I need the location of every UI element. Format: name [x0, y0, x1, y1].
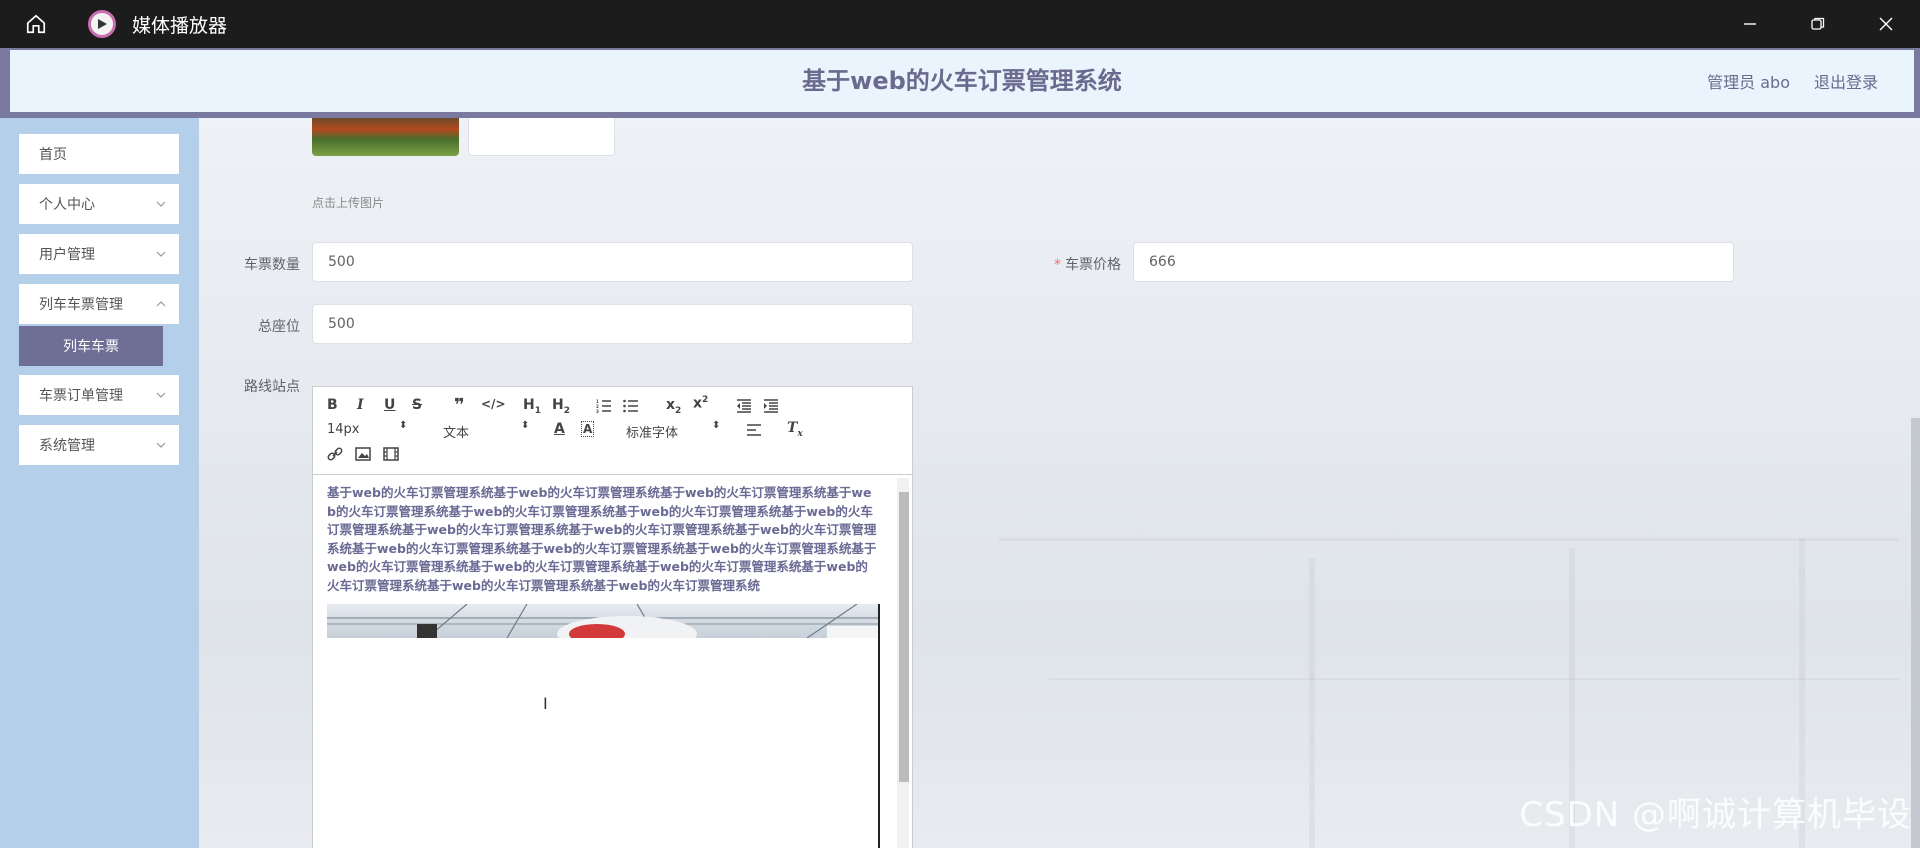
- bullet-list-icon[interactable]: [623, 399, 639, 413]
- font-size-value: 14px: [327, 422, 360, 437]
- sidebar-item-label: 列车车票管理: [39, 297, 123, 313]
- code-block-button[interactable]: </>: [481, 397, 506, 411]
- page-scrollbar[interactable]: [1911, 118, 1920, 848]
- font-size-select[interactable]: 14px ⬍: [327, 420, 407, 437]
- sidebar-item-label: 用户管理: [39, 247, 95, 263]
- chevron-down-icon: [156, 392, 166, 398]
- main-content: 点击上传图片 车票数量 500 * 车票价格 666 总座位 500 路线站点 B…: [199, 118, 1920, 848]
- watermark-text: CSDN @啊诚计算机毕设: [1519, 795, 1912, 835]
- restore-button[interactable]: [1784, 0, 1852, 48]
- italic-button[interactable]: I: [357, 397, 364, 413]
- restore-icon: [1811, 17, 1825, 30]
- image-icon[interactable]: [355, 447, 371, 461]
- superscript-button[interactable]: x2: [693, 395, 708, 412]
- media-player-logo-icon: [88, 10, 116, 38]
- background-decoration: [1049, 678, 1899, 680]
- app-header-bar: 基于web的火车订票管理系统 管理员 abo 退出登录: [10, 50, 1914, 112]
- sidebar-item-personal-center[interactable]: 个人中心: [19, 184, 179, 224]
- page-scrollbar-thumb[interactable]: [1911, 418, 1920, 848]
- link-icon[interactable]: [327, 447, 343, 461]
- logout-link[interactable]: 退出登录: [1814, 69, 1878, 93]
- sidebar-item-system-management[interactable]: 系统管理: [19, 425, 179, 465]
- svg-text:3: 3: [596, 409, 599, 413]
- editor-toolbar: B I U S ❞ </> H1 H2 123 x2 x2 14px ⬍ 文本 ⬍ …: [313, 387, 912, 475]
- chevron-down-icon: [156, 201, 166, 207]
- home-icon: [26, 14, 46, 34]
- sidebar-item-label: 个人中心: [39, 197, 95, 213]
- font-family-value: 标准字体: [626, 426, 679, 441]
- editor-text-content: 基于web的火车订票管理系统基于web的火车订票管理系统基于web的火车订票管理…: [327, 485, 877, 593]
- strikethrough-button[interactable]: S: [412, 397, 422, 413]
- sidebar-item-label: 首页: [39, 147, 67, 163]
- chevron-up-icon: [156, 301, 166, 307]
- video-icon[interactable]: [383, 447, 399, 461]
- admin-user-label: 管理员 abo: [1707, 73, 1790, 92]
- outdent-icon[interactable]: [736, 399, 752, 413]
- block-type-value: 文本: [443, 426, 470, 441]
- close-icon: [1879, 17, 1893, 31]
- sidebar-item-user-management[interactable]: 用户管理: [19, 234, 179, 274]
- route-stations-label: 路线站点: [244, 379, 300, 395]
- editor-embedded-train-image[interactable]: [327, 604, 879, 638]
- chevron-down-icon: [156, 442, 166, 448]
- subscript-button[interactable]: x2: [666, 397, 681, 416]
- sidebar-item-home[interactable]: 首页: [19, 134, 179, 174]
- ticket-price-label: * 车票价格: [1031, 254, 1121, 274]
- app-title: 基于web的火车订票管理系统: [802, 67, 1122, 95]
- window-controls: [1716, 0, 1920, 48]
- ticket-price-label-text: 车票价格: [1065, 257, 1121, 273]
- required-mark: *: [1054, 257, 1061, 273]
- uploaded-train-image[interactable]: [312, 118, 459, 156]
- font-color-button[interactable]: A: [554, 421, 565, 437]
- background-color-button[interactable]: A: [581, 421, 595, 437]
- sidebar-subitem-train-ticket[interactable]: 列车车票: [19, 326, 163, 366]
- ticket-price-input[interactable]: 666: [1133, 242, 1734, 282]
- total-seats-label: 总座位: [258, 319, 300, 335]
- select-arrows-icon: ⬍: [712, 420, 721, 431]
- minimize-button[interactable]: [1716, 0, 1784, 48]
- window-titlebar: 媒体播放器: [0, 0, 1920, 48]
- text-cursor-icon: I: [543, 694, 548, 713]
- upload-tip: 点击上传图片: [312, 196, 385, 210]
- select-arrows-icon: ⬍: [399, 420, 408, 431]
- sidebar-item-train-ticket-management[interactable]: 列车车票管理: [19, 284, 179, 324]
- total-seats-input[interactable]: 500: [312, 304, 913, 344]
- heading2-button[interactable]: H2: [552, 397, 570, 416]
- select-arrows-icon: ⬍: [521, 420, 530, 431]
- font-family-select[interactable]: 标准字体 ⬍: [626, 420, 720, 441]
- underline-button[interactable]: U: [384, 397, 395, 413]
- sidebar-item-label: 车票订单管理: [39, 388, 123, 404]
- heading1-button[interactable]: H1: [523, 397, 541, 416]
- ordered-list-icon[interactable]: 123: [596, 399, 612, 413]
- home-button[interactable]: [0, 0, 72, 48]
- header-user-area: 管理员 abo 退出登录: [1707, 50, 1878, 112]
- bold-button[interactable]: B: [327, 397, 338, 413]
- block-type-select[interactable]: 文本 ⬍: [443, 420, 529, 441]
- image-edge-line: [878, 604, 880, 848]
- sidebar-item-ticket-order-management[interactable]: 车票订单管理: [19, 375, 179, 415]
- chevron-down-icon: [156, 251, 166, 257]
- train-image-picture: [327, 604, 879, 638]
- close-button[interactable]: [1852, 0, 1920, 48]
- indent-icon[interactable]: [763, 399, 779, 413]
- ticket-count-input[interactable]: 500: [312, 242, 913, 282]
- rich-text-editor: B I U S ❞ </> H1 H2 123 x2 x2 14px ⬍ 文本 ⬍ …: [312, 386, 913, 848]
- window-title: 媒体播放器: [132, 14, 228, 37]
- minimize-icon: [1744, 23, 1756, 25]
- image-upload-box[interactable]: [468, 118, 615, 156]
- editor-scrollbar-thumb[interactable]: [899, 492, 909, 782]
- app-header: 基于web的火车订票管理系统 管理员 abo 退出登录: [0, 48, 1920, 118]
- sidebar-item-label: 系统管理: [39, 438, 95, 454]
- background-decoration: [1309, 558, 1315, 848]
- sidebar-menu: 首页 个人中心 用户管理 列车车票管理 列车车票 车票订单管理 系统管理: [0, 118, 199, 848]
- editor-content-area[interactable]: 基于web的火车订票管理系统基于web的火车订票管理系统基于web的火车订票管理…: [313, 476, 912, 848]
- ticket-count-label: 车票数量: [244, 257, 300, 273]
- background-decoration: [999, 538, 1899, 541]
- sidebar-subitem-label: 列车车票: [63, 339, 119, 355]
- editor-scrollbar[interactable]: [897, 478, 909, 848]
- align-icon[interactable]: [746, 423, 762, 437]
- blockquote-button[interactable]: ❞: [454, 395, 465, 416]
- clear-format-button[interactable]: Tx: [787, 420, 803, 439]
